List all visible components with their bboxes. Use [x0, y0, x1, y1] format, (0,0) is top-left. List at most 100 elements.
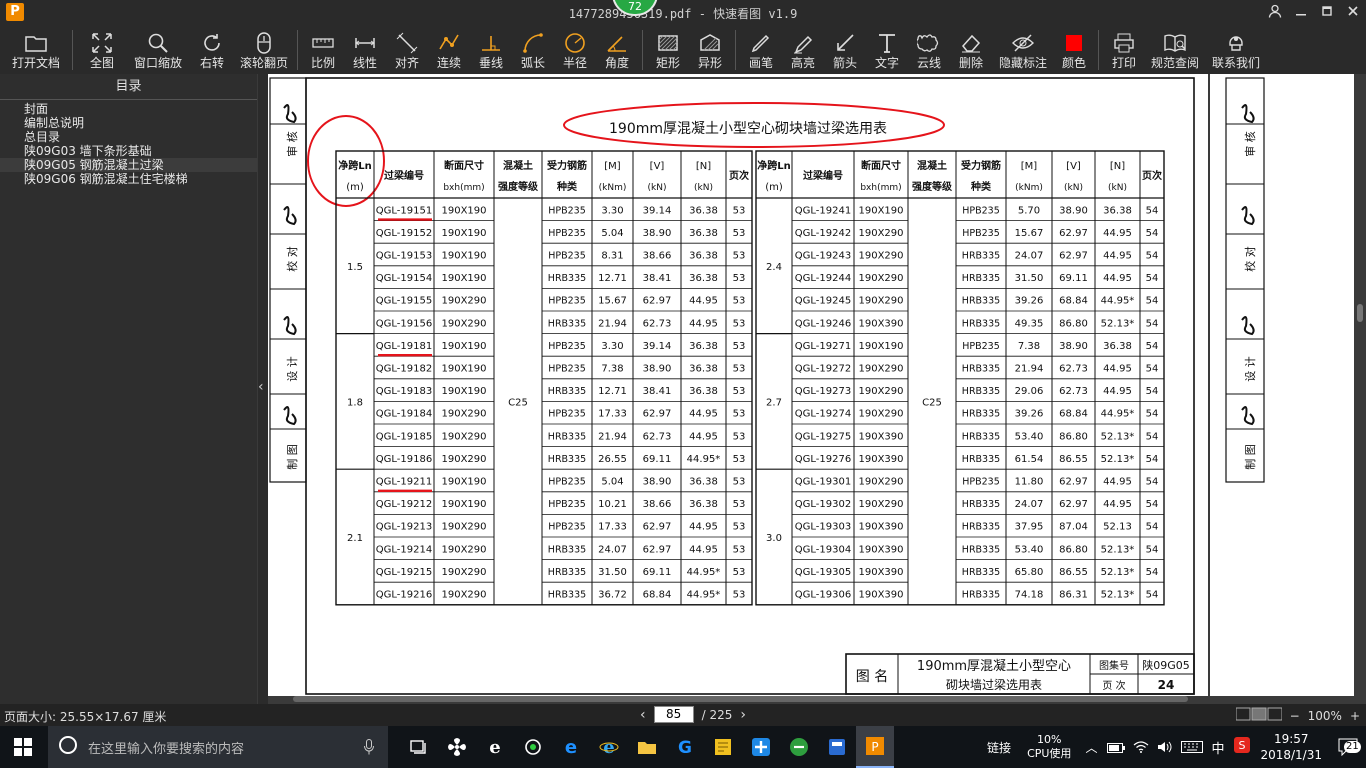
green-app-icon[interactable]	[780, 726, 818, 768]
zoom-out-button[interactable]: −	[1290, 709, 1300, 723]
tool-label: 颜色	[1061, 56, 1086, 70]
tool-label: 删除	[958, 56, 983, 70]
tool-arrow-button[interactable]: 箭头	[824, 26, 866, 74]
edge-icon[interactable]: e	[552, 726, 590, 768]
taskbar-search[interactable]: 在这里输入你要搜索的内容	[48, 726, 388, 768]
tool-label: 弧长	[520, 56, 545, 70]
kuaikantu-app-icon[interactable]: P	[856, 726, 894, 768]
tool-radius-button[interactable]: 半径	[554, 26, 596, 74]
wifi-icon[interactable]	[1133, 738, 1149, 757]
shear-value: 38.90	[1059, 205, 1088, 216]
scale-icon	[311, 30, 335, 56]
axial-value: 44.95	[1103, 273, 1132, 284]
steel-type: HRB335	[548, 567, 586, 578]
page-ref: 54	[1146, 477, 1159, 488]
tool-highlight-button[interactable]: 高亮	[782, 26, 824, 74]
glodon-icon[interactable]: G	[666, 726, 704, 768]
toolbar-separator	[735, 30, 736, 70]
plus-app-icon[interactable]	[742, 726, 780, 768]
tool-cloud-button[interactable]: 云线	[908, 26, 950, 74]
axial-value: 44.95	[689, 318, 718, 329]
tool-fullview-button[interactable]: 全图	[77, 26, 127, 74]
sogou-ime-icon[interactable]: S	[1234, 737, 1251, 757]
maximize-icon[interactable]	[1314, 5, 1340, 21]
volume-icon[interactable]	[1157, 738, 1173, 757]
eraser-icon	[959, 30, 983, 56]
minimize-icon[interactable]	[1288, 5, 1314, 21]
document-viewport[interactable]: 审 核校 对设 计制 图 190mm厚混凝土小型空心砌块墙过梁选用表 净跨Ln (m)…	[268, 74, 1366, 704]
toc-item[interactable]: 陕09G06 钢筋混凝土住宅楼梯	[0, 172, 257, 186]
clock[interactable]: 19:57 2018/1/31	[1260, 731, 1322, 763]
ime-indicator[interactable]: 中	[1211, 738, 1224, 757]
tool-eraser-button[interactable]: 删除	[950, 26, 992, 74]
tool-continuous-button[interactable]: 连续	[428, 26, 470, 74]
toc-item[interactable]: 陕09G05 钢筋混凝土过梁	[0, 158, 257, 172]
tray-expand-icon[interactable]: ︿	[1085, 739, 1097, 756]
beam-code: QGL-19184	[376, 409, 432, 420]
concrete-grade: C25	[922, 397, 942, 408]
ie-blue-icon[interactable]: e	[590, 726, 628, 768]
sticky-notes-icon[interactable]	[704, 726, 742, 768]
steel-type: HRB335	[548, 318, 586, 329]
tool-perpendicular-button[interactable]: 垂线	[470, 26, 512, 74]
steel-type: HRB335	[962, 522, 1000, 533]
tool-linear-button[interactable]: 线性	[344, 26, 386, 74]
ie-icon[interactable]: e	[476, 726, 514, 768]
view-mode-icon[interactable]	[1235, 707, 1283, 724]
tool-rotate-button[interactable]: 右转	[189, 26, 235, 74]
status-bar: 页面大小: 25.55×17.67 厘米 ‹ 85 / 225 › − 100%…	[0, 704, 1366, 726]
prev-page-icon[interactable]: ‹	[640, 707, 646, 723]
moment-value: 49.35	[1015, 318, 1044, 329]
tool-scale-button[interactable]: 比例	[302, 26, 344, 74]
system-tray: 链接 10% CPU使用 ︿ 中 S 19:57 2018/1/31 21	[987, 726, 1366, 768]
tool-color-button[interactable]: 颜色	[1054, 26, 1094, 74]
microphone-icon[interactable]	[364, 739, 374, 759]
horizontal-scrollbar[interactable]	[293, 696, 1188, 702]
tool-book-button[interactable]: 规范查阅	[1145, 26, 1205, 74]
cpu-usage[interactable]: 10% CPU使用	[1027, 733, 1071, 761]
user-icon[interactable]	[1262, 4, 1288, 22]
book-icon	[1163, 30, 1187, 56]
360-browser-icon[interactable]	[514, 726, 552, 768]
link-label[interactable]: 链接	[987, 739, 1011, 756]
tool-angle-button[interactable]: 角度	[596, 26, 638, 74]
moment-value: 10.21	[598, 499, 627, 510]
tool-text-button[interactable]: 文字	[866, 26, 908, 74]
task-view-icon[interactable]	[400, 726, 438, 768]
axial-value: 36.38	[689, 228, 718, 239]
fan-app-icon[interactable]	[438, 726, 476, 768]
windows-start-icon[interactable]	[14, 738, 32, 760]
vertical-scrollbar[interactable]	[1357, 304, 1363, 322]
close-icon[interactable]	[1340, 5, 1366, 21]
shear-value: 38.41	[643, 273, 672, 284]
zoom-in-button[interactable]: +	[1350, 709, 1360, 723]
tool-support-button[interactable]: 联系我们	[1205, 26, 1267, 74]
tool-align-button[interactable]: 对齐	[386, 26, 428, 74]
tool-printer-button[interactable]: 打印	[1103, 26, 1145, 74]
toc-item[interactable]: 陕09G03 墙下条形基础	[0, 144, 257, 158]
toc-item[interactable]: 编制总说明	[0, 116, 257, 130]
moment-value: 3.30	[601, 205, 623, 216]
page-number-input[interactable]: 85	[653, 706, 694, 723]
collapse-sidebar-icon[interactable]: ‹	[258, 380, 268, 394]
battery-icon[interactable]	[1107, 738, 1126, 757]
axial-value: 44.95	[1103, 228, 1132, 239]
axial-value: 52.13*	[1101, 590, 1135, 601]
beam-code: QGL-19153	[376, 251, 432, 262]
toc-item[interactable]: 总目录	[0, 130, 257, 144]
tool-zoom-button[interactable]: 窗口缩放	[127, 26, 189, 74]
tool-pen-button[interactable]: 画笔	[740, 26, 782, 74]
file-explorer-icon[interactable]	[628, 726, 666, 768]
axial-value: 44.95	[1103, 251, 1132, 262]
toc-item[interactable]: 封面	[0, 102, 257, 116]
tool-folder-button[interactable]: 打开文档	[4, 26, 68, 74]
keyboard-icon[interactable]	[1181, 738, 1204, 757]
notification-center[interactable]: 21	[1332, 726, 1366, 768]
tool-rectangle-button[interactable]: 矩形	[647, 26, 689, 74]
next-page-icon[interactable]: ›	[740, 707, 746, 723]
tool-arc-button[interactable]: 弧长	[512, 26, 554, 74]
calc-app-icon[interactable]	[818, 726, 856, 768]
tool-shape-button[interactable]: 异形	[689, 26, 731, 74]
tool-mouse-button[interactable]: 滚轮翻页	[235, 26, 293, 74]
tool-eye-off-button[interactable]: 隐藏标注	[992, 26, 1054, 74]
